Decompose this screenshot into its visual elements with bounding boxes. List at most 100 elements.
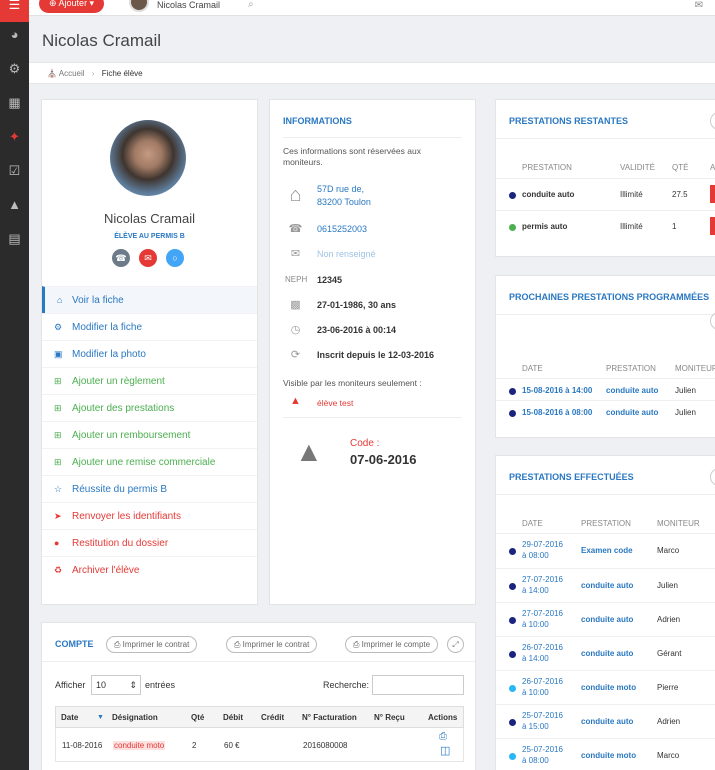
effectuee-date: 27-07-2016 — [522, 609, 563, 618]
breadcrumb-home[interactable]: Accueil — [59, 69, 85, 78]
effectuee-date: 29-07-2016 — [522, 540, 563, 549]
effectuee-prestation[interactable]: conduite moto — [581, 751, 636, 760]
alert-text: élève test — [317, 398, 354, 408]
col-debit[interactable]: Débit — [223, 713, 243, 722]
phone-icon[interactable]: ☎ — [112, 249, 130, 267]
effectuee-moniteur: Julien — [657, 581, 678, 590]
menu-label: Réussite du permis B — [72, 484, 168, 495]
menu-restitution-dossier[interactable]: ● Restitution du dossier — [42, 529, 257, 556]
col-credit[interactable]: Crédit — [261, 713, 284, 722]
menu-ajouter-prestations[interactable]: ⊞ Ajouter des prestations — [42, 394, 257, 421]
action-button[interactable] — [710, 217, 715, 235]
created-value: 23-06-2016 à 00:14 — [317, 325, 397, 335]
menu-modifier-fiche[interactable]: ⚙ Modifier la fiche — [42, 313, 257, 340]
award-icon: ☆ — [54, 484, 63, 494]
search-icon[interactable]: ⌕ — [248, 0, 254, 10]
print-icon[interactable]: ⎙ — [439, 731, 447, 742]
student-name: Nicolas Cramail — [103, 211, 196, 226]
trash-icon[interactable]: ◫ — [440, 744, 450, 757]
menu-renvoyer-identifiants[interactable]: ➤ Renvoyer les identifiants — [42, 502, 257, 529]
student-subtitle: ÉLÈVE AU PERMIS B — [114, 233, 185, 240]
effectuees-card: PRESTATIONS EFFECTUÉES DATE PRESTATION M… — [495, 455, 715, 770]
menu-ajouter-remboursement[interactable]: ⊞ Ajouter un remboursement — [42, 421, 257, 448]
prochaine-date[interactable]: 15-08-2016 à 08:00 — [522, 408, 592, 417]
alert-icon: ● — [54, 538, 60, 548]
menu-ajouter-reglement[interactable]: ⊞ Ajouter un règlement — [42, 367, 257, 394]
calendar-icon[interactable]: ▦ — [0, 86, 29, 120]
menu-archiver-eleve[interactable]: ♻ Archiver l'élève — [42, 556, 257, 583]
status-dot — [509, 651, 516, 658]
prochaine-prestation[interactable]: conduite auto — [606, 408, 658, 417]
mail-icon[interactable]: ✉ — [139, 249, 157, 267]
list-icon[interactable]: ▤ — [0, 222, 29, 256]
search-input[interactable] — [372, 675, 464, 695]
phone-value[interactable]: 0615252003 — [317, 224, 367, 234]
created-row: ◷ 23-06-2016 à 00:14 — [283, 323, 465, 339]
dashboard-icon[interactable]: ◕ — [0, 18, 29, 52]
home-icon[interactable]: ⛪ — [47, 69, 57, 78]
table-row: 11-08-2016 conduite moto 2 60 € 20160800… — [55, 728, 464, 762]
col-date[interactable]: Date — [61, 713, 78, 722]
cogs-icon[interactable]: ⚙ — [0, 52, 29, 86]
col-facturation[interactable]: N° Facturation — [302, 713, 357, 722]
email-value: Non renseigné — [317, 249, 376, 259]
afficher-label: Afficher — [55, 680, 86, 690]
effectuee-prestation[interactable]: conduite moto — [581, 683, 636, 692]
user-avatar[interactable] — [129, 0, 149, 12]
col-qte[interactable]: Qté — [191, 713, 204, 722]
menu-label: Ajouter un remboursement — [72, 430, 191, 441]
prochaine-date[interactable]: 15-08-2016 à 14:00 — [522, 386, 592, 395]
col-recu[interactable]: N° Reçu — [374, 713, 405, 722]
restante-name: conduite auto — [522, 190, 575, 199]
table-row: 27-07-2016 à 14:00 conduite auto Julien — [496, 568, 715, 602]
restante-validity: Illimité — [620, 222, 643, 231]
recherche-label: Recherche: — [323, 680, 370, 690]
print-account-button[interactable]: ⎙ Imprimer le compte — [345, 636, 439, 653]
mail-icon[interactable]: ✉ — [695, 0, 703, 11]
checklist-icon[interactable]: ☑ — [0, 154, 29, 188]
print-contract-button[interactable]: ⎙ Imprimer le contrat — [106, 636, 198, 653]
expand-icon[interactable] — [710, 312, 715, 330]
table-row: 25-07-2016 à 15:00 conduite auto Adrien — [496, 704, 715, 738]
menu-ajouter-remise[interactable]: ⊞ Ajouter une remise commerciale — [42, 448, 257, 475]
expand-icon[interactable] — [710, 112, 715, 130]
chat-icon[interactable]: ○ — [166, 249, 184, 267]
phone-icon: ☎ — [288, 223, 303, 235]
prochaines-card: PROCHAINES PRESTATIONS PROGRAMMÉES DATE … — [495, 275, 715, 438]
sort-desc-icon[interactable]: ▼ — [97, 714, 104, 721]
menu-reussite-permis[interactable]: ☆ Réussite du permis B — [42, 475, 257, 502]
entries-select[interactable]: 10 ⇕ — [91, 675, 141, 695]
divider — [496, 138, 715, 139]
graduation-icon[interactable]: ▲ — [0, 188, 29, 222]
prochaine-prestation[interactable]: conduite auto — [606, 386, 658, 395]
menu-modifier-photo[interactable]: ▣ Modifier la photo — [42, 340, 257, 367]
user-name[interactable]: Nicolas Cramail — [157, 0, 220, 10]
menu-voir-fiche[interactable]: ⌂ Voir la fiche — [42, 286, 257, 313]
effectuee-prestation[interactable]: conduite auto — [581, 649, 633, 658]
action-button[interactable] — [710, 185, 715, 203]
effectuee-time: à 15:00 — [522, 722, 549, 731]
expand-icon[interactable] — [710, 468, 715, 486]
effectuee-moniteur: Marco — [657, 751, 680, 760]
col-designation[interactable]: Désignation — [112, 713, 158, 722]
col-date: DATE — [522, 364, 543, 373]
col-prestation: PRESTATION — [522, 163, 572, 172]
student-icon[interactable]: ✦ — [0, 120, 29, 154]
effectuee-moniteur: Gérant — [657, 649, 682, 658]
registered-value: Inscrit depuis le 12-03-2016 — [317, 350, 435, 360]
add-button[interactable]: ⊕ Ajouter ▾ — [39, 0, 105, 13]
breadcrumb-current: Fiche élève — [101, 69, 143, 78]
print-contract-button-2[interactable]: ⎙ Imprimer le contrat — [226, 636, 318, 653]
col-validite: VALIDITÉ — [620, 163, 655, 172]
effectuee-prestation[interactable]: conduite auto — [581, 615, 633, 624]
effectuee-prestation[interactable]: conduite auto — [581, 717, 633, 726]
prochaine-moniteur: Julien — [675, 408, 696, 417]
effectuee-prestation[interactable]: conduite auto — [581, 581, 633, 590]
status-dot — [509, 583, 516, 590]
profile-card: Nicolas Cramail ÉLÈVE AU PERMIS B ☎ ✉ ○ … — [41, 99, 258, 605]
divider — [496, 314, 715, 315]
col-moniteur: MONITEUR — [657, 519, 700, 528]
divider — [496, 210, 715, 211]
effectuee-prestation[interactable]: Examen code — [581, 546, 633, 555]
expand-icon[interactable]: ⤢ — [447, 636, 464, 653]
